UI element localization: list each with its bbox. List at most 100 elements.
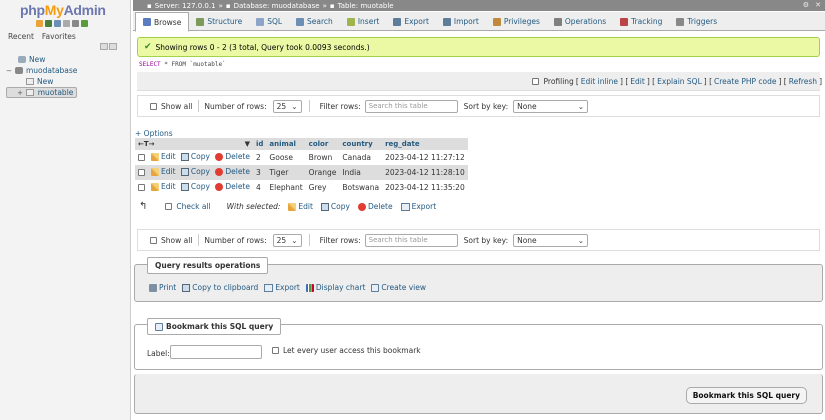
close-icon[interactable]: ✕ xyxy=(815,1,821,9)
with-selected-copy-button[interactable]: Copy xyxy=(320,202,350,211)
table-cell-color[interactable]: Orange xyxy=(305,165,340,180)
phpmyadmin-logo[interactable]: phpMyAdmin xyxy=(20,2,106,18)
sort-arrow-icon[interactable]: ▼ xyxy=(245,140,250,148)
tab-export[interactable]: Export xyxy=(386,12,436,31)
tree-item-muotable[interactable]: + muotable xyxy=(6,87,78,98)
bookmark-label-input[interactable] xyxy=(170,345,262,359)
table-cell-reg-date[interactable]: 2023-04-12 11:27:12 xyxy=(382,150,468,165)
collapse-icon[interactable]: − xyxy=(6,67,12,75)
row-copy-button[interactable]: Copy xyxy=(180,167,210,176)
with-selected-export-button[interactable]: Export xyxy=(400,202,436,211)
explain-sql-link[interactable]: Explain SQL xyxy=(657,77,702,86)
gear-icon[interactable]: ⚙ xyxy=(803,1,809,9)
profiling-checkbox[interactable] xyxy=(531,78,539,85)
show-all-control[interactable]: Show all xyxy=(150,102,192,111)
table-cell-country[interactable]: India xyxy=(339,165,383,180)
bookmark-query-button[interactable]: Bookmark this SQL query xyxy=(685,387,807,404)
table-cell-animal[interactable]: Goose xyxy=(266,150,306,165)
sort-by-key-select[interactable]: None ⌄ xyxy=(513,99,589,113)
show-all-checkbox[interactable] xyxy=(150,102,157,110)
with-selected-delete-button[interactable]: Delete xyxy=(357,202,393,211)
check-all-control[interactable]: Check all xyxy=(165,202,211,211)
column-header-reg-date[interactable]: reg_date xyxy=(382,138,468,150)
sql-query-text[interactable]: SELECT * FROM `muotable` xyxy=(139,61,226,68)
tree-item-new[interactable]: New xyxy=(6,54,77,65)
filter-rows-input[interactable]: Search this table xyxy=(364,233,458,247)
table-cell-id[interactable]: 3 xyxy=(253,165,267,180)
collapse-all-icon[interactable] xyxy=(100,43,108,50)
column-header-id[interactable]: id xyxy=(253,138,267,150)
reload-icon[interactable] xyxy=(81,20,88,27)
expand-icon[interactable]: + xyxy=(17,89,23,97)
tree-item-muodatabase[interactable]: − muodatabase xyxy=(6,65,77,76)
with-selected-edit-button[interactable]: Edit xyxy=(288,202,313,211)
create-php-code-link[interactable]: Create PHP code xyxy=(714,77,776,86)
print-link[interactable]: Print xyxy=(149,283,176,292)
row-edit-button[interactable]: Edit xyxy=(151,182,176,191)
home-icon[interactable] xyxy=(36,20,43,27)
resize-arrows-icon[interactable]: ←T→ xyxy=(138,140,155,148)
table-cell-color[interactable]: Grey xyxy=(305,180,340,195)
tab-tracking[interactable]: Tracking xyxy=(613,12,669,31)
export-link[interactable]: Export xyxy=(264,283,300,292)
sql-docs-icon[interactable] xyxy=(63,20,70,27)
tab-structure[interactable]: Structure xyxy=(189,12,249,31)
edit-link[interactable]: Edit xyxy=(630,77,645,86)
table-cell-reg-date[interactable]: 2023-04-12 11:35:20 xyxy=(382,180,468,195)
tab-sql[interactable]: SQL xyxy=(249,12,289,31)
table-cell-animal[interactable]: Elephant xyxy=(266,180,306,195)
recent-tab[interactable]: Recent xyxy=(8,32,34,41)
create-view-link[interactable]: Create view xyxy=(371,283,426,292)
column-header-color[interactable]: color xyxy=(305,138,340,150)
row-copy-button[interactable]: Copy xyxy=(180,182,210,191)
column-header-animal[interactable]: animal xyxy=(266,138,306,150)
table-cell-reg-date[interactable]: 2023-04-12 11:28:10 xyxy=(382,165,468,180)
display-chart-link[interactable]: Display chart xyxy=(305,283,365,292)
row-delete-button[interactable]: Delete xyxy=(215,167,250,176)
refresh-link[interactable]: Refresh xyxy=(789,77,817,86)
table-cell-country[interactable]: Canada xyxy=(339,150,383,165)
bookmark-share-checkbox[interactable] xyxy=(272,347,279,354)
table-cell-id[interactable]: 4 xyxy=(253,180,267,195)
filter-rows-input[interactable]: Search this table xyxy=(364,99,458,113)
tab-insert[interactable]: Insert xyxy=(340,12,387,31)
logout-icon[interactable] xyxy=(45,20,52,27)
breadcrumb-server[interactable]: Server: 127.0.0.1 xyxy=(155,2,216,10)
tab-privileges[interactable]: Privileges xyxy=(486,12,547,31)
tab-triggers[interactable]: Triggers xyxy=(669,12,724,31)
breadcrumb-database[interactable]: Database: muodatabase xyxy=(234,2,320,10)
row-copy-button[interactable]: Copy xyxy=(180,152,210,161)
table-cell-animal[interactable]: Tiger xyxy=(266,165,306,180)
sort-by-key-select[interactable]: None ⌄ xyxy=(513,233,589,247)
row-checkbox[interactable] xyxy=(138,153,145,161)
tab-import[interactable]: Import xyxy=(436,12,486,31)
table-cell-country[interactable]: Botswana xyxy=(339,180,383,195)
tab-search[interactable]: Search xyxy=(289,12,340,31)
breadcrumb-table[interactable]: Table: muotable xyxy=(338,2,394,10)
column-header-country[interactable]: country xyxy=(339,138,383,150)
row-delete-button[interactable]: Delete xyxy=(215,182,250,191)
show-all-control[interactable]: Show all xyxy=(150,236,192,245)
row-checkbox[interactable] xyxy=(138,183,145,191)
tab-browse[interactable]: Browse xyxy=(135,12,190,32)
row-delete-button[interactable]: Delete xyxy=(215,152,250,161)
copy-to-clipboard-link[interactable]: Copy to clipboard xyxy=(182,283,258,292)
table-cell-id[interactable]: 2 xyxy=(253,150,267,165)
docs-icon[interactable] xyxy=(54,20,61,27)
link-with-main-icon[interactable] xyxy=(109,43,117,50)
settings-icon[interactable] xyxy=(72,20,79,27)
number-of-rows-select[interactable]: 25 ⌄ xyxy=(272,233,302,247)
edit-inline-link[interactable]: Edit inline xyxy=(581,77,618,86)
number-of-rows-select[interactable]: 25 ⌄ xyxy=(272,99,302,113)
tree-item-new-table[interactable]: New xyxy=(6,76,77,87)
favorites-tab[interactable]: Favorites xyxy=(42,32,76,41)
show-all-checkbox[interactable] xyxy=(150,236,157,244)
check-all-checkbox[interactable] xyxy=(165,203,173,210)
row-checkbox[interactable] xyxy=(138,168,145,176)
row-edit-button[interactable]: Edit xyxy=(151,167,176,176)
tab-operations[interactable]: Operations xyxy=(547,12,613,31)
bookmark-share-control[interactable]: Let every user access this bookmark xyxy=(272,346,421,355)
table-cell-color[interactable]: Brown xyxy=(305,150,340,165)
options-toggle[interactable]: + Options xyxy=(135,129,173,138)
row-edit-button[interactable]: Edit xyxy=(151,152,176,161)
